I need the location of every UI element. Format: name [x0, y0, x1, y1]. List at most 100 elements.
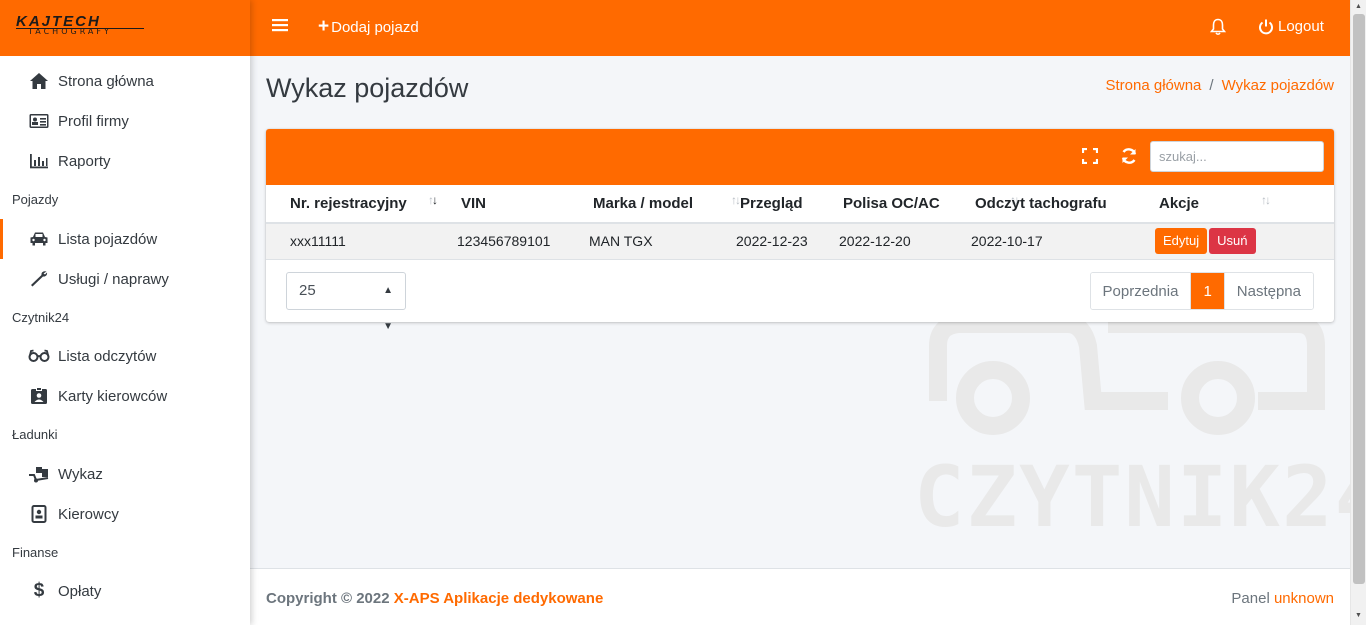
- footer: Copyright © 2022 X-APS Aplikacje dedykow…: [250, 568, 1350, 625]
- cell-actions: Edytuj Usuń: [1135, 223, 1334, 260]
- address-card-icon: [28, 504, 50, 524]
- column-header-tachograph[interactable]: Odczyt tachografu ↑↓: [951, 185, 1135, 224]
- column-header-registration[interactable]: Nr. rejestracyjny ↑↓: [266, 185, 438, 224]
- cell-tachograph: 2022-10-17: [951, 223, 1135, 260]
- sidebar-item-label: Opłaty: [58, 582, 102, 600]
- column-label: Przegląd: [740, 195, 803, 212]
- breadcrumb-separator: /: [1209, 77, 1214, 94]
- id-card-icon: [28, 111, 50, 131]
- pagination: Poprzednia 1 Następna: [1089, 272, 1314, 310]
- bell-icon[interactable]: [1209, 18, 1227, 41]
- breadcrumb-home-link[interactable]: Strona główna: [1106, 77, 1202, 94]
- sidebar-item-label: Lista pojazdów: [58, 230, 158, 248]
- column-label: VIN: [461, 195, 487, 212]
- table-header-row: Nr. rejestracyjny ↑↓ VIN ↑↓ Marka / mode…: [266, 185, 1334, 224]
- section-header-finance: Finanse: [12, 545, 59, 560]
- sidebar: KAJTECH TACHOGRAFY Strona główna Profil …: [0, 0, 250, 625]
- copyright-text: Copyright © 2022: [266, 590, 390, 607]
- sidebar-item-reports[interactable]: Raporty: [0, 141, 250, 181]
- page-title: Wykaz pojazdów: [266, 73, 469, 103]
- topbar: + Dodaj pojazd Logout: [250, 0, 1350, 56]
- section-header-vehicles: Pojazdy: [12, 192, 59, 207]
- cell-registration: xxx11111: [266, 223, 437, 260]
- page-size-value: 25: [299, 282, 316, 299]
- panel-label: Panel: [1231, 590, 1270, 607]
- sidebar-item-label: Wykaz: [58, 465, 103, 483]
- breadcrumb-current: Wykaz pojazdów: [1221, 77, 1334, 94]
- wrench-icon: [28, 269, 50, 289]
- main-content: Wykaz pojazdów Strona główna / Wykaz poj…: [250, 56, 1350, 568]
- logo-subtext: TACHOGRAFY: [28, 27, 112, 36]
- sidebar-item-services[interactable]: Usługi / naprawy: [0, 259, 250, 299]
- column-label: Odczyt tachografu: [975, 195, 1107, 212]
- plus-icon: +: [318, 16, 330, 37]
- vertical-scrollbar[interactable]: ▲ ▼: [1350, 0, 1366, 625]
- company-link[interactable]: X-APS Aplikacje dedykowane: [394, 590, 604, 607]
- brand-logo[interactable]: KAJTECH TACHOGRAFY: [0, 0, 250, 56]
- sidebar-item-label: Kierowcy: [58, 505, 119, 523]
- search-input[interactable]: [1150, 141, 1324, 172]
- home-icon: [28, 71, 50, 91]
- sidebar-item-drivers[interactable]: Kierowcy: [0, 494, 250, 534]
- sidebar-item-label: Profil firmy: [58, 112, 129, 130]
- column-header-actions: Akcje: [1135, 185, 1334, 224]
- watermark-text: CZYTNIK24: [914, 448, 1350, 546]
- column-label: Marka / model: [593, 195, 694, 212]
- add-vehicle-label: Dodaj pojazd: [331, 18, 419, 36]
- sidebar-item-label: Raporty: [58, 152, 111, 170]
- refresh-icon[interactable]: [1120, 147, 1138, 170]
- dollar-icon: $: [33, 580, 45, 601]
- section-header-czytnik: Czytnik24: [12, 310, 70, 325]
- sidebar-item-readings[interactable]: Lista odczytów: [0, 336, 250, 376]
- cell-inspection: 2022-12-23: [716, 223, 819, 260]
- sidebar-item-label: Strona główna: [58, 72, 154, 90]
- sidebar-item-home[interactable]: Strona główna: [0, 61, 250, 101]
- sidebar-item-label: Lista odczytów: [58, 347, 157, 365]
- pagination-current-page[interactable]: 1: [1191, 273, 1224, 309]
- sidebar-item-fees[interactable]: $ Opłaty: [0, 571, 250, 611]
- cell-policy: 2022-12-20: [819, 223, 951, 260]
- fullscreen-icon[interactable]: [1081, 147, 1099, 169]
- column-header-policy[interactable]: Polisa OC/AC ↑↓: [819, 185, 951, 224]
- dolly-icon: [28, 464, 50, 484]
- column-header-vin[interactable]: VIN ↑↓: [437, 185, 741, 224]
- sidebar-item-vehicle-list[interactable]: Lista pojazdów: [0, 219, 250, 259]
- vehicles-table: Nr. rejestracyjny ↑↓ VIN ↑↓ Marka / mode…: [266, 185, 1334, 260]
- pagination-next-button[interactable]: Następna: [1223, 273, 1313, 309]
- column-header-inspection[interactable]: Przegląd ↑↓: [716, 185, 1271, 224]
- sidebar-item-label: Karty kierowców: [58, 387, 168, 405]
- truck-watermark-icon: [918, 306, 1328, 441]
- add-vehicle-button[interactable]: + Dodaj pojazd: [318, 16, 419, 37]
- sort-desc-icon[interactable]: ↑↓: [428, 193, 438, 207]
- footer-panel-version: Panel unknown: [1231, 590, 1334, 607]
- id-badge-icon: [28, 386, 50, 406]
- menu-toggle-icon[interactable]: [272, 18, 290, 38]
- glasses-icon: [28, 346, 50, 366]
- vehicles-card: Nr. rejestracyjny ↑↓ VIN ↑↓ Marka / mode…: [266, 129, 1334, 332]
- edit-button[interactable]: Edytuj: [1155, 228, 1208, 255]
- card-header: [266, 129, 1334, 185]
- scrollbar-thumb[interactable]: [1353, 14, 1365, 584]
- column-header-model[interactable]: Marka / model ↑↓: [569, 185, 1020, 224]
- logout-button[interactable]: Logout: [1258, 18, 1324, 35]
- scroll-up-arrow-icon[interactable]: ▲: [1355, 3, 1362, 10]
- section-header-loads: Ładunki: [12, 427, 58, 442]
- sidebar-item-list[interactable]: Wykaz: [0, 454, 250, 494]
- scroll-down-arrow-icon[interactable]: ▼: [1355, 612, 1362, 619]
- cell-vin: 123456789101: [437, 223, 569, 260]
- car-icon: [28, 229, 50, 249]
- select-caret-icon: ▲ ▼: [383, 285, 393, 332]
- pagination-prev-button[interactable]: Poprzednia: [1090, 273, 1192, 309]
- page-size-select[interactable]: 25 ▲ ▼: [286, 272, 406, 332]
- sidebar-item-company-profile[interactable]: Profil firmy: [0, 101, 250, 141]
- delete-button[interactable]: Usuń: [1209, 228, 1256, 255]
- cell-model: MAN TGX: [569, 223, 716, 260]
- table-row: xxx11111 123456789101 MAN TGX 2022-12-23…: [266, 223, 1334, 260]
- sidebar-item-partial[interactable]: [0, 612, 250, 625]
- power-icon: [1258, 19, 1274, 35]
- panel-value: unknown: [1273, 590, 1334, 607]
- column-label: Akcje: [1159, 195, 1200, 212]
- sidebar-item-driver-cards[interactable]: Karty kierowców: [0, 376, 250, 416]
- footer-copyright: Copyright © 2022 X-APS Aplikacje dedykow…: [266, 590, 603, 607]
- sidebar-item-label: Usługi / naprawy: [58, 270, 169, 288]
